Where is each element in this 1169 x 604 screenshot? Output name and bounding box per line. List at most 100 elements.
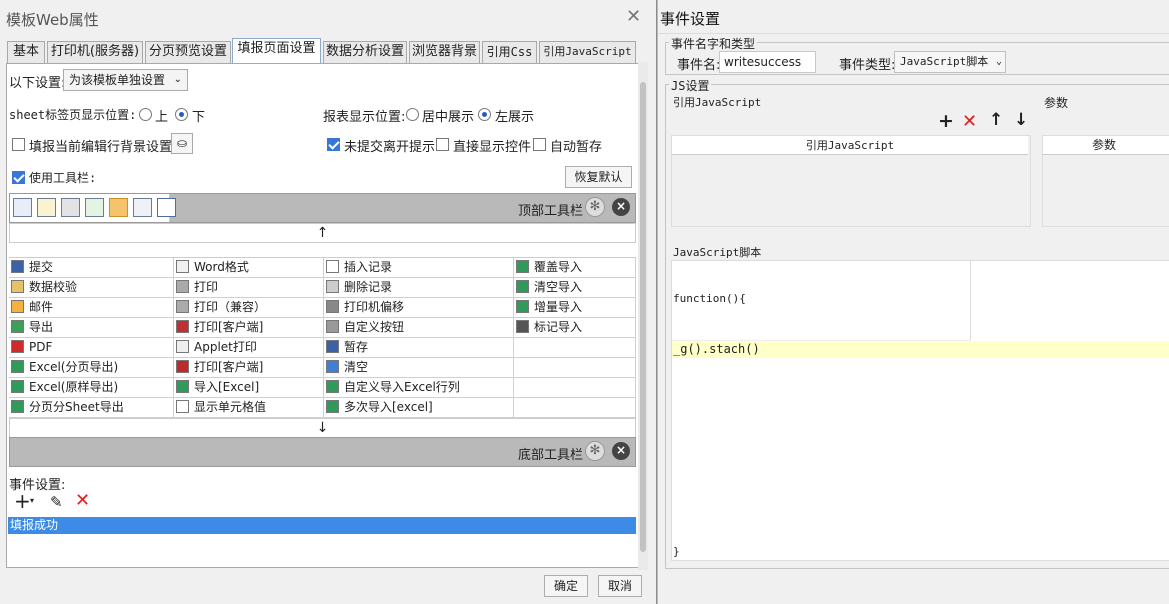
toolbar-grid-cell[interactable]: 分页分Sheet导出 [9, 398, 174, 418]
toolbar-grid-cell [514, 398, 636, 418]
script-editor[interactable]: function(){ _g().stach() } [671, 260, 1169, 561]
toolbar-grid-cell[interactable]: 清空导入 [514, 278, 636, 298]
move-down-icon[interactable]: ↓ [1014, 110, 1028, 130]
cancel-button[interactable]: 取消 [598, 575, 642, 597]
toolbar-item-label: 暂存 [344, 340, 369, 354]
toolbar-grid-cell[interactable]: 清空 [324, 358, 514, 378]
tab-fill-page-settings[interactable]: 填报页面设置 [232, 38, 321, 64]
insert-record-icon[interactable] [133, 198, 152, 217]
toolbar-grid-cell[interactable]: 显示单元格值 [174, 398, 324, 418]
toolbar-grid-cell[interactable]: 打印 [174, 278, 324, 298]
delete-icon[interactable]: ✕ [75, 490, 90, 511]
tab-printer-server[interactable]: 打印机(服务器) [47, 41, 143, 63]
autosave-checkbox[interactable] [533, 138, 546, 151]
params-header: 参数 [1043, 136, 1169, 155]
scrollbar[interactable] [638, 62, 648, 570]
chevron-down-icon: ⌄ [173, 74, 182, 85]
toolbar-item-icon [176, 320, 189, 333]
toolbar-grid-cell[interactable]: 导出 [9, 318, 174, 338]
toolbar-item-label: Excel(原样导出) [29, 380, 119, 394]
sheet-pos-up-radio[interactable] [139, 108, 152, 121]
toolbar-grid-cell[interactable]: Excel(原样导出) [9, 378, 174, 398]
toolbar-grid-cell[interactable]: 标记导入 [514, 318, 636, 338]
unsubmitted-prompt-checkbox[interactable] [327, 138, 340, 151]
chevron-down-icon[interactable]: ▾ [30, 496, 34, 505]
toolbar-grid-cell[interactable]: 暂存 [324, 338, 514, 358]
display-cell-icon[interactable] [157, 198, 176, 217]
chevron-down-icon: ⌄ [995, 56, 1002, 67]
event-name-input[interactable]: writesuccess [719, 51, 816, 73]
gear-icon[interactable]: ✻ [585, 197, 605, 217]
ok-button[interactable]: 确定 [544, 575, 588, 597]
toolbar-item-icon [326, 380, 339, 393]
toolbar-grid-cell[interactable]: 打印[客户端] [174, 358, 324, 378]
tab-ref-css[interactable]: 引用Css [482, 41, 537, 63]
toolbar-grid-cell[interactable]: 删除记录 [324, 278, 514, 298]
tab-basic[interactable]: 基本 [7, 41, 45, 63]
gear-icon[interactable]: ✻ [585, 441, 605, 461]
toolbar-grid-cell[interactable]: 导入[Excel] [174, 378, 324, 398]
bg-setting-checkbox[interactable] [12, 138, 25, 151]
toolbar-item-icon [11, 400, 24, 413]
edit-icon[interactable]: ✎ [50, 493, 63, 511]
toolbar-grid-cell[interactable]: 自定义按钮 [324, 318, 514, 338]
delete-icon[interactable]: ✕ [962, 111, 977, 132]
toolbar-grid-cell[interactable]: Excel(分页导出) [9, 358, 174, 378]
toolbar-item-icon [11, 340, 24, 353]
toolbar-item-icon [326, 260, 339, 273]
save-icon[interactable] [13, 198, 32, 217]
toolbar-grid-cell[interactable]: 自定义导入Excel行列 [324, 378, 514, 398]
add-icon[interactable]: + [14, 490, 31, 512]
toolbar-grid-cell[interactable]: 提交 [9, 258, 174, 278]
toolbar-grid-cell[interactable]: 打印[客户端] [174, 318, 324, 338]
sheet-pos-up-label: 上 [155, 110, 169, 125]
toolbar-item-label: 自定义按钮 [344, 320, 405, 334]
add-icon[interactable]: + [938, 110, 954, 132]
toolbar-item-label: 清空 [344, 360, 369, 374]
toolbar-item-icon [326, 280, 339, 293]
close-circle-icon[interactable]: × [612, 442, 630, 460]
toolbar-item-label: 邮件 [29, 300, 54, 314]
close-circle-icon[interactable]: × [612, 198, 630, 216]
print-icon[interactable] [61, 198, 80, 217]
export-icon[interactable] [85, 198, 104, 217]
toolbar-item-icon [176, 340, 189, 353]
toolbar-grid-cell[interactable]: 多次导入[excel] [324, 398, 514, 418]
use-toolbar-checkbox[interactable] [12, 171, 25, 184]
tab-data-analysis[interactable]: 数据分析设置 [323, 41, 407, 63]
event-list-item[interactable]: 填报成功 [8, 517, 636, 534]
toolbar-grid-cell[interactable]: 打印机偏移 [324, 298, 514, 318]
verify-icon[interactable] [37, 198, 56, 217]
sheet-pos-down-radio[interactable] [175, 108, 188, 121]
report-pos-center-radio[interactable] [406, 108, 419, 121]
toolbar-grid-cell[interactable]: 数据校验 [9, 278, 174, 298]
tab-browser-background[interactable]: 浏览器背景 [409, 41, 480, 63]
move-up-arrow[interactable]: ↑ [9, 223, 636, 243]
toolbar-grid-cell[interactable]: Word格式 [174, 258, 324, 278]
code-line: } [673, 545, 680, 558]
settings-select[interactable]: 为该模板单独设置 ⌄ [63, 69, 188, 91]
toolbar-items-grid: 提交 Word格式 插入记录 覆盖导入 数据校验 打印 删除记录 清空导入 邮件 打印（兼容） 打印… [9, 257, 636, 418]
toolbar-grid-cell[interactable]: 插入记录 [324, 258, 514, 278]
restore-default-button[interactable]: 恢复默认 [565, 166, 632, 188]
direct-show-checkbox[interactable] [436, 138, 449, 151]
event-type-select[interactable]: JavaScript脚本 ⌄ [894, 51, 1006, 73]
toolbar-grid-cell[interactable]: 邮件 [9, 298, 174, 318]
tab-page-preview[interactable]: 分页预览设置 [145, 41, 231, 63]
toolbar-grid-cell[interactable]: 增量导入 [514, 298, 636, 318]
paint-bucket-icon[interactable]: ⛀ [171, 133, 193, 154]
bg-setting-label: 填报当前编辑行背景设置: [29, 140, 177, 155]
move-down-arrow[interactable]: ↓ [9, 418, 636, 438]
close-icon[interactable]: ✕ [626, 6, 641, 27]
report-pos-left-radio[interactable] [478, 108, 491, 121]
toolbar-item-icon [176, 360, 189, 373]
toolbar-grid-cell[interactable]: 打印（兼容） [174, 298, 324, 318]
toolbar-grid-cell[interactable]: Applet打印 [174, 338, 324, 358]
tab-ref-javascript[interactable]: 引用JavaScript [539, 41, 636, 63]
toolbar-grid-cell[interactable]: PDF [9, 338, 174, 358]
mail-icon[interactable] [109, 198, 128, 217]
toolbar-grid-cell[interactable]: 覆盖导入 [514, 258, 636, 278]
move-up-icon[interactable]: ↑ [989, 110, 1003, 130]
toolbar-item-label: 显示单元格值 [194, 400, 267, 414]
template-web-properties-dialog: 模板Web属性 ✕ 基本 打印机(服务器) 分页预览设置 填报页面设置 数据分析… [0, 0, 656, 604]
